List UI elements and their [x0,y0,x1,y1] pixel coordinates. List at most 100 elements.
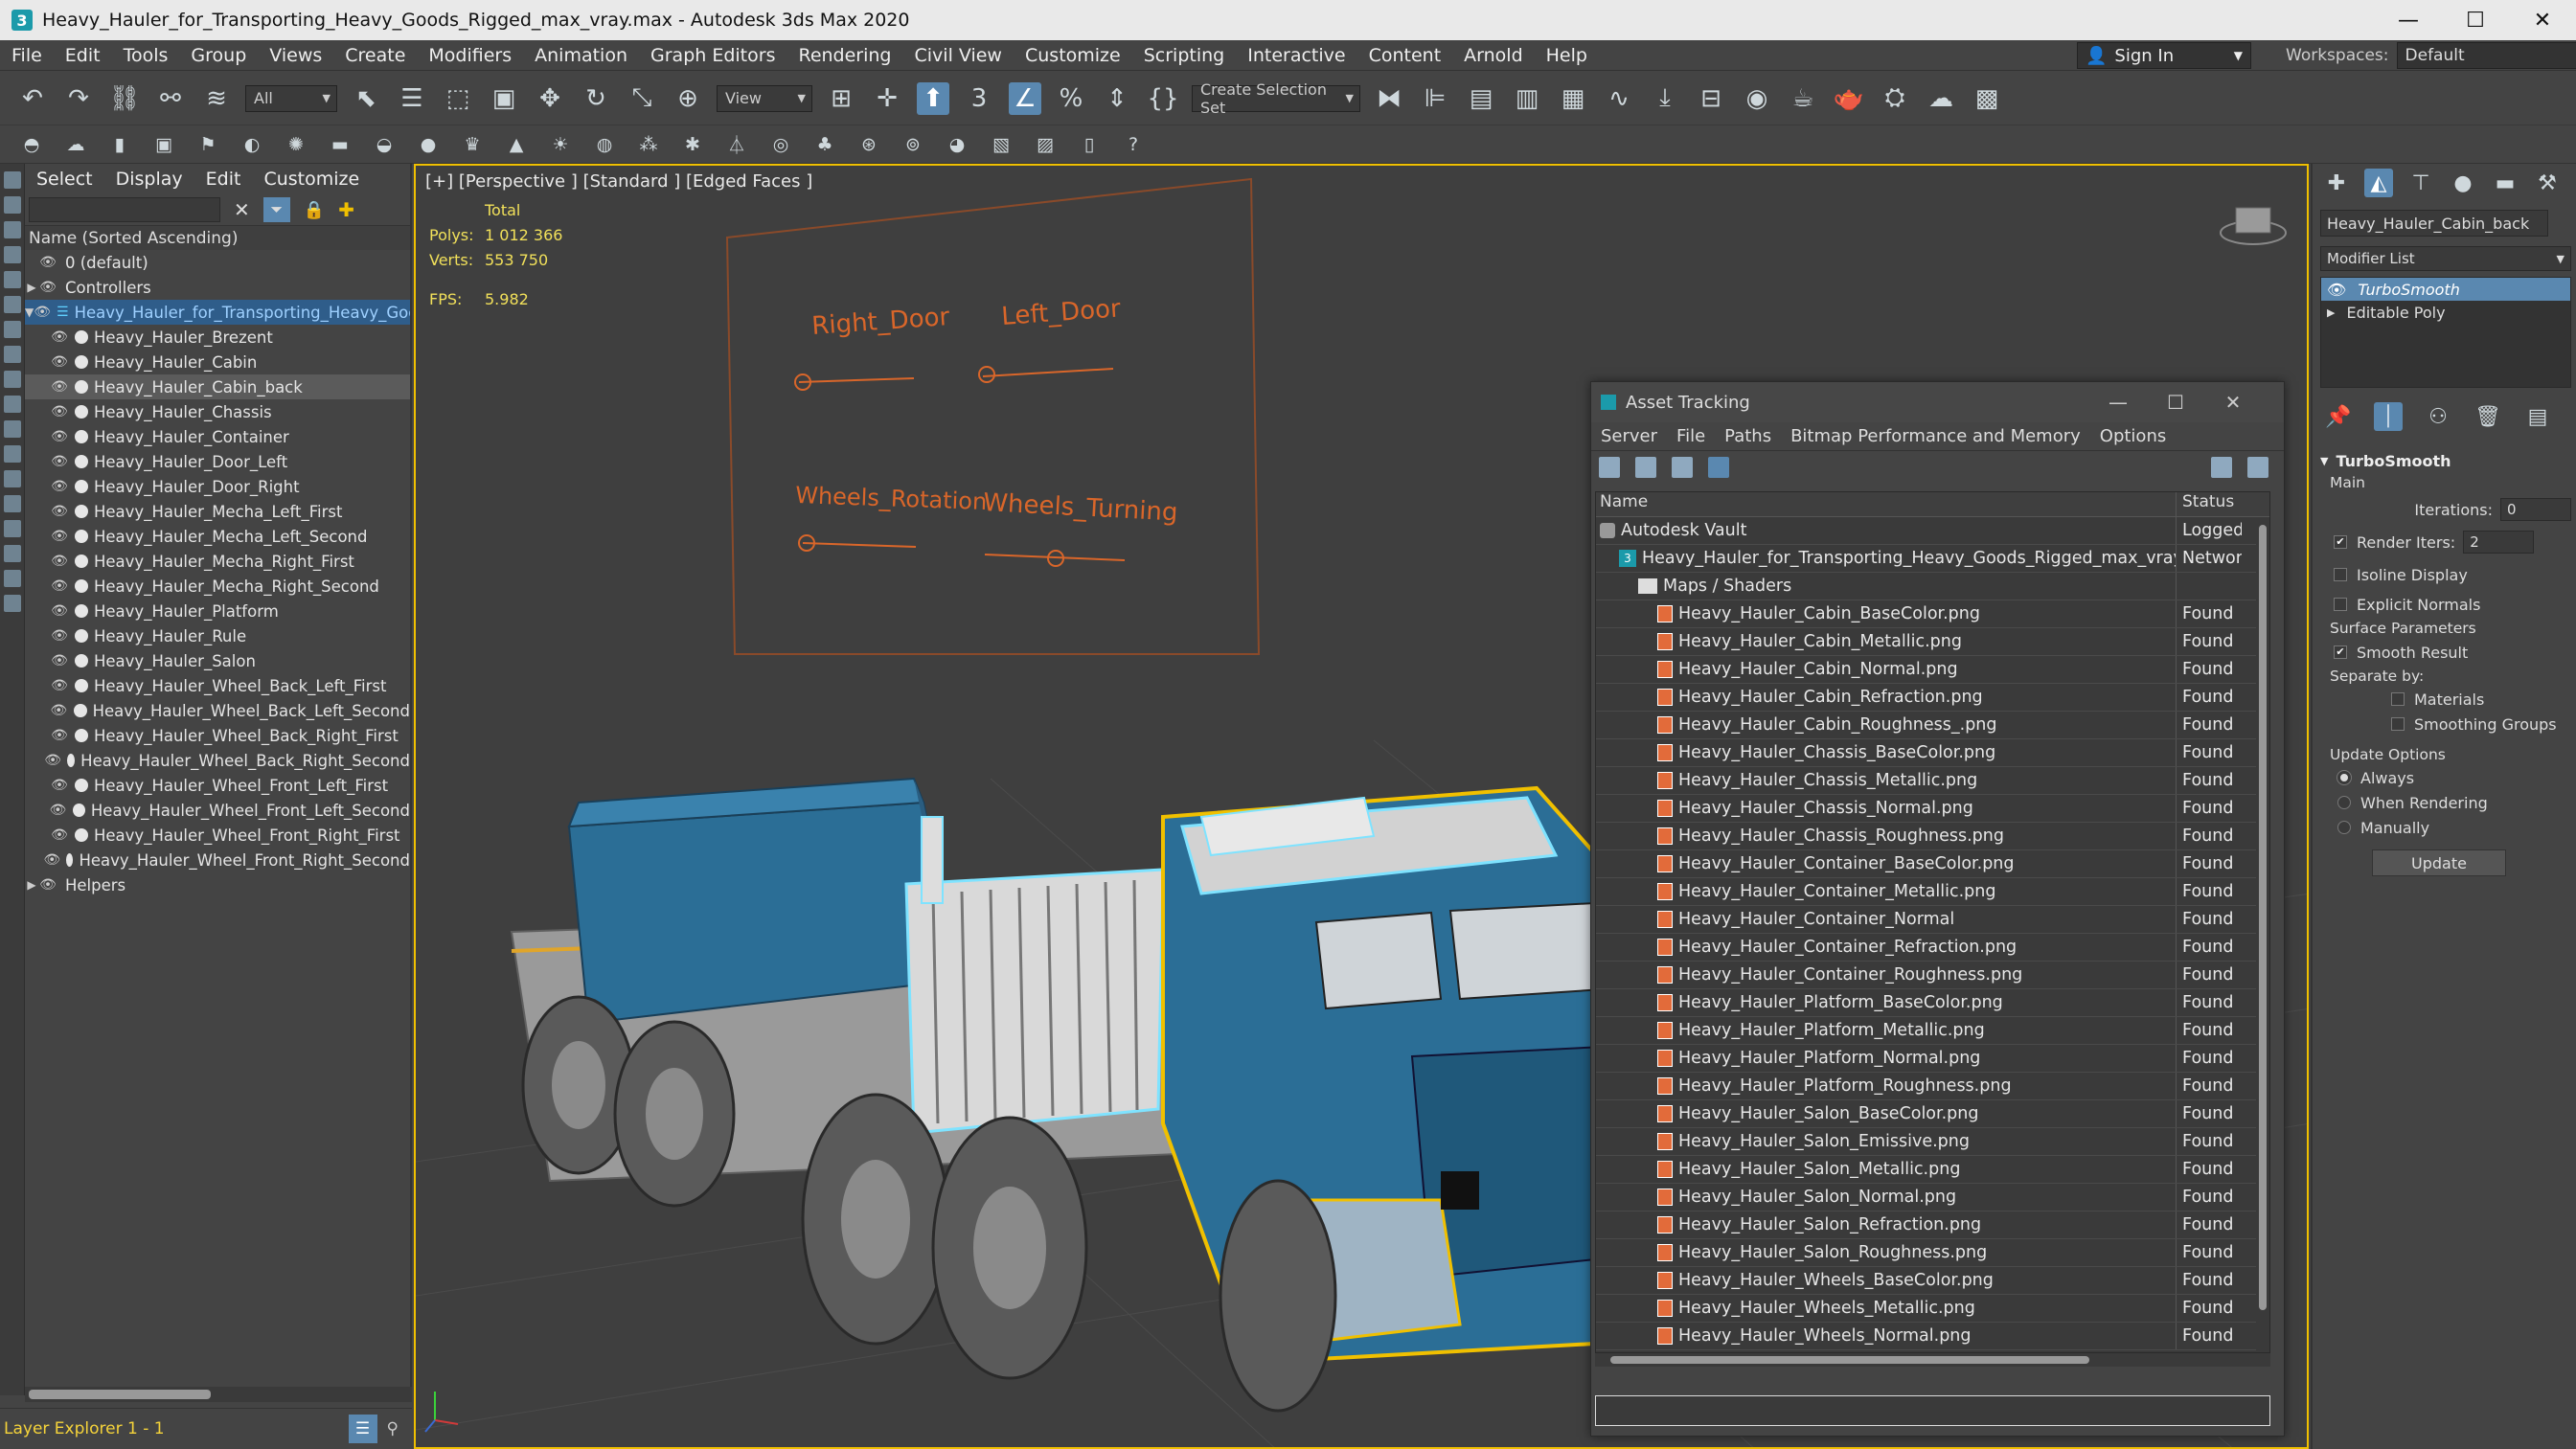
select-by-name-icon[interactable]: ☰ [396,82,428,115]
isoline-checkbox[interactable] [2334,568,2347,581]
menu-file[interactable]: File [0,45,54,66]
eye-icon[interactable]: 👁 [34,305,51,320]
move-icon[interactable]: ✥ [534,82,566,115]
explorer-menu-select[interactable]: Select [25,169,104,190]
lister-icon[interactable]: ▯ [1077,132,1102,157]
workspace-select[interactable]: Default▼ [2396,42,2576,69]
spacewarps-filter-icon[interactable] [4,321,21,338]
configure-sets-icon[interactable]: ▤ [2523,402,2552,431]
menu-arnold[interactable]: Arnold [1452,45,1534,66]
sign-in-dropdown[interactable]: 👤 Sign In ▼ [2077,42,2251,69]
hidden-filter-icon[interactable] [4,470,21,487]
eye-icon[interactable]: 👁 [50,379,69,395]
rollout-title[interactable]: ▼ TurboSmooth [2320,449,2571,472]
create-tab-icon[interactable]: ✚ [2322,169,2351,197]
named-selection-dropdown[interactable]: Create Selection Set ▼ [1192,80,1360,117]
dope-sheet-icon[interactable]: ⤓ [1649,82,1681,115]
place-icon[interactable]: ⊕ [672,82,704,115]
dome-icon[interactable]: ◒ [372,132,397,157]
scene-tree-row[interactable]: 👁 Heavy_Hauler_Mecha_Right_First [25,549,410,574]
groups-filter-icon[interactable] [4,346,21,363]
table-view-icon[interactable] [1708,457,1729,478]
spacewarp-icon[interactable]: ◐ [239,132,264,157]
pin-stack-icon[interactable]: 📌 [2324,402,2353,431]
help-icon[interactable] [2247,457,2268,478]
scene-tree-row[interactable]: 👁 Heavy_Hauler_Wheel_Front_Left_Second [25,798,410,823]
asset-row[interactable]: Heavy_Hauler_Chassis_Metallic.png Found [1596,767,2269,795]
column-name[interactable]: Name [1596,492,2177,516]
close-icon[interactable]: ✕ [234,198,250,221]
selection-filter-dropdown[interactable]: All ▼ [245,84,337,112]
object-dot-icon[interactable] [75,828,88,842]
eye-icon[interactable]: 👁 [44,753,61,768]
menu-scripting[interactable]: Scripting [1132,45,1237,66]
expand-arrow-icon[interactable]: ▶ [2327,306,2335,319]
scene-tree-row[interactable]: 👁 0 (default) [25,250,410,275]
asset-menu-options[interactable]: Options [2090,426,2176,446]
eye-icon[interactable]: 👁 [50,354,69,370]
scene-tree-row[interactable]: 👁 Heavy_Hauler_Door_Left [25,449,410,474]
asset-row[interactable]: Heavy_Hauler_Salon_Metallic.png Found [1596,1156,2269,1184]
sun-icon[interactable]: ☀ [548,132,573,157]
eye-icon[interactable]: 👁 [50,504,69,519]
object-dot-icon[interactable] [75,505,88,518]
percent-snap-icon[interactable]: % [1055,82,1087,115]
plane-icon[interactable]: ▬ [328,132,353,157]
explorer-horizontal-scrollbar[interactable] [25,1387,412,1402]
truck-model[interactable] [510,777,1673,1413]
tree-view-icon[interactable] [1672,457,1693,478]
window-crossing-icon[interactable]: ▣ [488,82,520,115]
scene-explorer-icon[interactable]: ▦ [1557,82,1589,115]
asset-row[interactable]: Heavy_Hauler_Wheels_Metallic.png Found [1596,1295,2269,1323]
smooth-result-checkbox[interactable]: ✔ [2334,645,2347,659]
asset-menu-paths[interactable]: Paths [1715,426,1781,446]
asset-row[interactable]: Heavy_Hauler_Container_Refraction.png Fou… [1596,934,2269,962]
layers-toggle-icon[interactable]: ☰ [348,1415,377,1443]
scene-tree-row[interactable]: 👁 Heavy_Hauler_Wheel_Back_Left_Second [25,698,410,723]
object-dot-icon[interactable] [75,430,88,443]
bake-icon[interactable]: ⊛ [856,132,881,157]
shapes-filter-icon[interactable] [4,221,21,238]
asset-row[interactable]: Heavy_Hauler_Cabin_Metallic.png Found [1596,628,2269,656]
object-dot-icon[interactable] [73,704,87,717]
menu-group[interactable]: Group [179,45,258,66]
sphere-icon[interactable]: ● [416,132,441,157]
viewcube[interactable] [2220,207,2287,245]
bones-filter-icon[interactable] [4,396,21,413]
material-ball-icon[interactable]: ◕ [945,132,969,157]
object-name-field[interactable]: Heavy_Hauler_Cabin_back [2320,210,2548,237]
scene-tree-row[interactable]: 👁 Heavy_Hauler_Brezent [25,325,410,350]
asset-row[interactable]: Heavy_Hauler_Cabin_Roughness_.png Found [1596,712,2269,739]
menu-create[interactable]: Create [333,45,417,66]
helper-icon[interactable]: ⚑ [195,132,220,157]
asset-row[interactable]: Autodesk Vault Logged. [1596,517,2269,545]
asset-row[interactable]: Heavy_Hauler_Container_Roughness.png Foun… [1596,962,2269,989]
utilities-tab-icon[interactable]: ⚒ [2533,169,2562,197]
asset-maximize-button[interactable]: ☐ [2156,386,2195,419]
object-dot-icon[interactable] [75,779,88,792]
scene-tree-row[interactable]: 👁 Heavy_Hauler_Wheel_Front_Left_First [25,773,410,798]
object-dot-icon[interactable] [66,853,74,867]
manually-radio[interactable] [2337,821,2351,834]
rendered-frame-icon[interactable]: 🫖 [1833,82,1865,115]
asset-row[interactable]: Heavy_Hauler_Cabin_Refraction.png Found [1596,684,2269,712]
when-rendering-radio[interactable] [2337,796,2351,809]
scene-tree-row[interactable]: 👁 Heavy_Hauler_Door_Right [25,474,410,499]
scene-tree-row[interactable]: 👁 Heavy_Hauler_Platform [25,599,410,623]
menu-graph-editors[interactable]: Graph Editors [639,45,786,66]
asset-tracking-titlebar[interactable]: Asset Tracking — ☐ ✕ [1591,382,2284,422]
explorer-search-input[interactable] [29,197,220,222]
object-dot-icon[interactable] [75,480,88,493]
eye-icon[interactable]: 👁 [50,329,69,345]
menu-edit[interactable]: Edit [54,45,112,66]
unlink-icon[interactable]: ⚯ [154,82,187,115]
scene-tree-row[interactable]: 👁 Heavy_Hauler_Wheel_Front_Right_Second [25,848,410,872]
make-unique-icon[interactable]: ⚇ [2424,402,2452,431]
material-editor-icon[interactable]: ◉ [1741,82,1773,115]
rotate-icon[interactable]: ↻ [580,82,612,115]
asset-row[interactable]: Maps / Shaders [1596,573,2269,600]
list-view-icon[interactable] [1635,457,1656,478]
globe-icon[interactable]: ◎ [768,132,793,157]
mesh-icon[interactable]: ⊚ [900,132,925,157]
rig-sliders[interactable] [794,366,1126,567]
